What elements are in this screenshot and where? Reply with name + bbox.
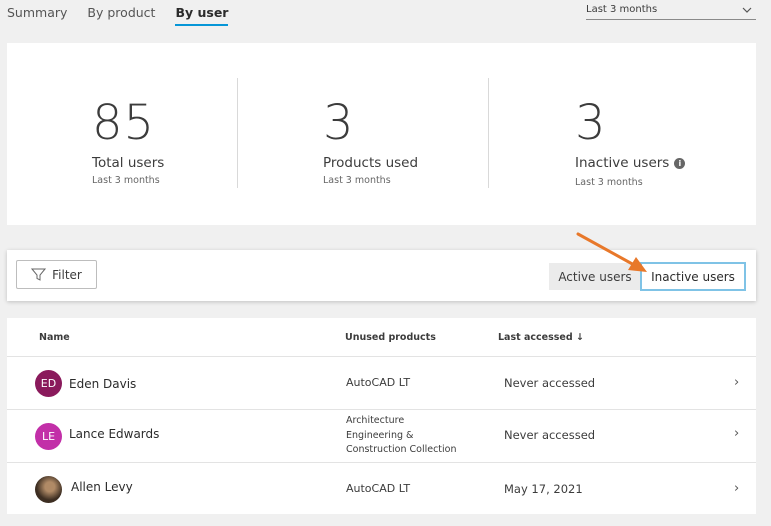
user-name: Lance Edwards xyxy=(69,427,160,441)
chevron-down-icon xyxy=(742,7,752,13)
stat-label: Products used xyxy=(323,155,419,171)
stat-sub: Last 3 months xyxy=(575,177,643,188)
column-header-unused-products[interactable]: Unused products xyxy=(345,332,436,343)
avatar xyxy=(35,476,62,503)
column-header-name[interactable]: Name xyxy=(39,332,70,343)
filter-bar: Filter Active users Inactive users xyxy=(7,250,756,301)
active-users-toggle[interactable]: Active users xyxy=(549,263,641,290)
last-accessed: Never accessed xyxy=(504,376,596,390)
filter-button[interactable]: Filter xyxy=(16,260,97,289)
date-range-select[interactable]: Last 3 months xyxy=(586,4,756,20)
info-icon[interactable]: i xyxy=(674,157,686,169)
unused-product: Architecture Engineering & Construction … xyxy=(346,415,457,455)
divider xyxy=(488,78,489,188)
stat-label: Inactive users i xyxy=(575,155,686,171)
view-tabs: Summary By product By user xyxy=(7,5,229,26)
table-row[interactable]: ED Eden Davis AutoCAD LT Never accessed … xyxy=(7,357,756,410)
stat-sub: Last 3 months xyxy=(323,175,391,186)
stat-number: 3 xyxy=(575,95,607,151)
table-row[interactable]: LE Lance Edwards Architecture Engineerin… xyxy=(7,410,756,463)
funnel-icon xyxy=(31,268,47,281)
stat-sub: Last 3 months xyxy=(92,175,160,186)
tab-summary[interactable]: Summary xyxy=(7,5,67,26)
tab-by-product[interactable]: By product xyxy=(87,5,155,26)
filter-label: Filter xyxy=(52,267,82,282)
divider xyxy=(237,78,238,188)
users-table: Name Unused products Last accessed ↓ ED … xyxy=(7,318,756,514)
stats-card: 85 Total users Last 3 months 3 Products … xyxy=(7,43,756,225)
avatar: LE xyxy=(35,423,62,450)
last-accessed: May 17, 2021 xyxy=(504,482,583,496)
column-header-last-accessed[interactable]: Last accessed ↓ xyxy=(498,332,584,343)
chevron-right-icon[interactable]: › xyxy=(734,481,739,496)
chevron-right-icon[interactable]: › xyxy=(734,426,739,441)
last-accessed: Never accessed xyxy=(504,428,596,442)
table-row[interactable]: Allen Levy AutoCAD LT May 17, 2021 › xyxy=(7,463,756,516)
date-range-value: Last 3 months xyxy=(586,4,658,15)
stat-label: Total users xyxy=(92,155,165,171)
user-name: Allen Levy xyxy=(71,480,133,494)
inactive-users-toggle[interactable]: Inactive users xyxy=(640,262,746,291)
stat-number: 3 xyxy=(323,95,355,151)
stat-number: 85 xyxy=(92,95,156,151)
user-name: Eden Davis xyxy=(69,377,137,391)
unused-product: AutoCAD LT xyxy=(346,376,411,389)
table-header: Name Unused products Last accessed ↓ xyxy=(7,318,756,357)
chevron-right-icon[interactable]: › xyxy=(734,375,739,390)
unused-product: AutoCAD LT xyxy=(346,482,411,495)
avatar: ED xyxy=(35,370,62,397)
tab-by-user[interactable]: By user xyxy=(175,5,229,26)
